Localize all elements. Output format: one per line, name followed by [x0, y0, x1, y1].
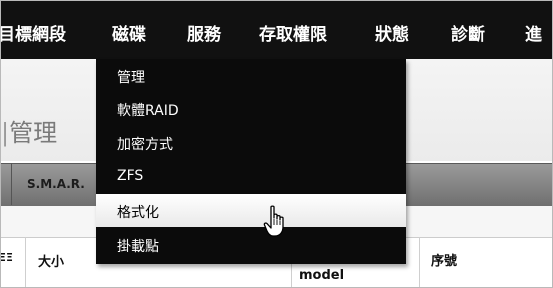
menu-item-format[interactable]: 格式化: [96, 194, 406, 227]
disks-dropdown-menu: 管理 軟體RAID 加密方式 ZFS 格式化 掛載點: [96, 59, 406, 264]
column-header-model: model: [299, 268, 345, 283]
menu-item-label: 掛載點: [117, 239, 159, 255]
page-title-text: 管理: [9, 119, 58, 147]
column-header-serial: 序號: [431, 254, 458, 269]
nav-item-disks[interactable]: 磁碟: [112, 20, 146, 45]
menu-item-label: ZFS: [117, 168, 144, 184]
nav-item-advanced[interactable]: 進: [525, 20, 542, 45]
nav-item-status[interactable]: 狀態: [375, 20, 409, 45]
hand-pointer-icon: [263, 205, 284, 237]
column-divider: [25, 237, 26, 287]
subtab-divider: [11, 163, 12, 205]
nav-item-services[interactable]: 服務: [187, 20, 221, 45]
menu-item-label: 格式化: [117, 205, 159, 221]
menu-item-label: 加密方式: [117, 137, 173, 153]
nav-item-access[interactable]: 存取權限: [259, 20, 327, 45]
column-divider: [419, 237, 420, 287]
menu-item-label: 管理: [117, 70, 145, 86]
menu-item-zfs[interactable]: ZFS: [96, 160, 406, 193]
menu-item-software-raid[interactable]: 軟體RAID: [96, 92, 406, 125]
nav-item-target-network[interactable]: 目標網段: [1, 20, 66, 45]
menu-item-label: 軟體RAID: [117, 103, 179, 119]
page-title: |管理: [1, 113, 57, 148]
column-header-fragment: ΞΞ: [0, 251, 13, 264]
menu-item-encryption[interactable]: 加密方式: [96, 126, 406, 159]
tab-smart[interactable]: S.M.A.R.: [27, 177, 85, 191]
column-header-size: 大小: [38, 255, 65, 270]
title-separator: |: [1, 119, 10, 147]
nav-item-diagnostics[interactable]: 診斷: [451, 20, 485, 45]
top-nav-bar: 目標網段 磁碟 服務 存取權限 狀態 診斷 進: [1, 1, 552, 59]
menu-item-management[interactable]: 管理: [96, 59, 406, 92]
screenshot-frame: 目標網段 磁碟 服務 存取權限 狀態 診斷 進 |管理 S.M.A.R. ΞΞ …: [0, 0, 553, 288]
menu-item-mount-point[interactable]: 掛載點: [96, 228, 406, 261]
